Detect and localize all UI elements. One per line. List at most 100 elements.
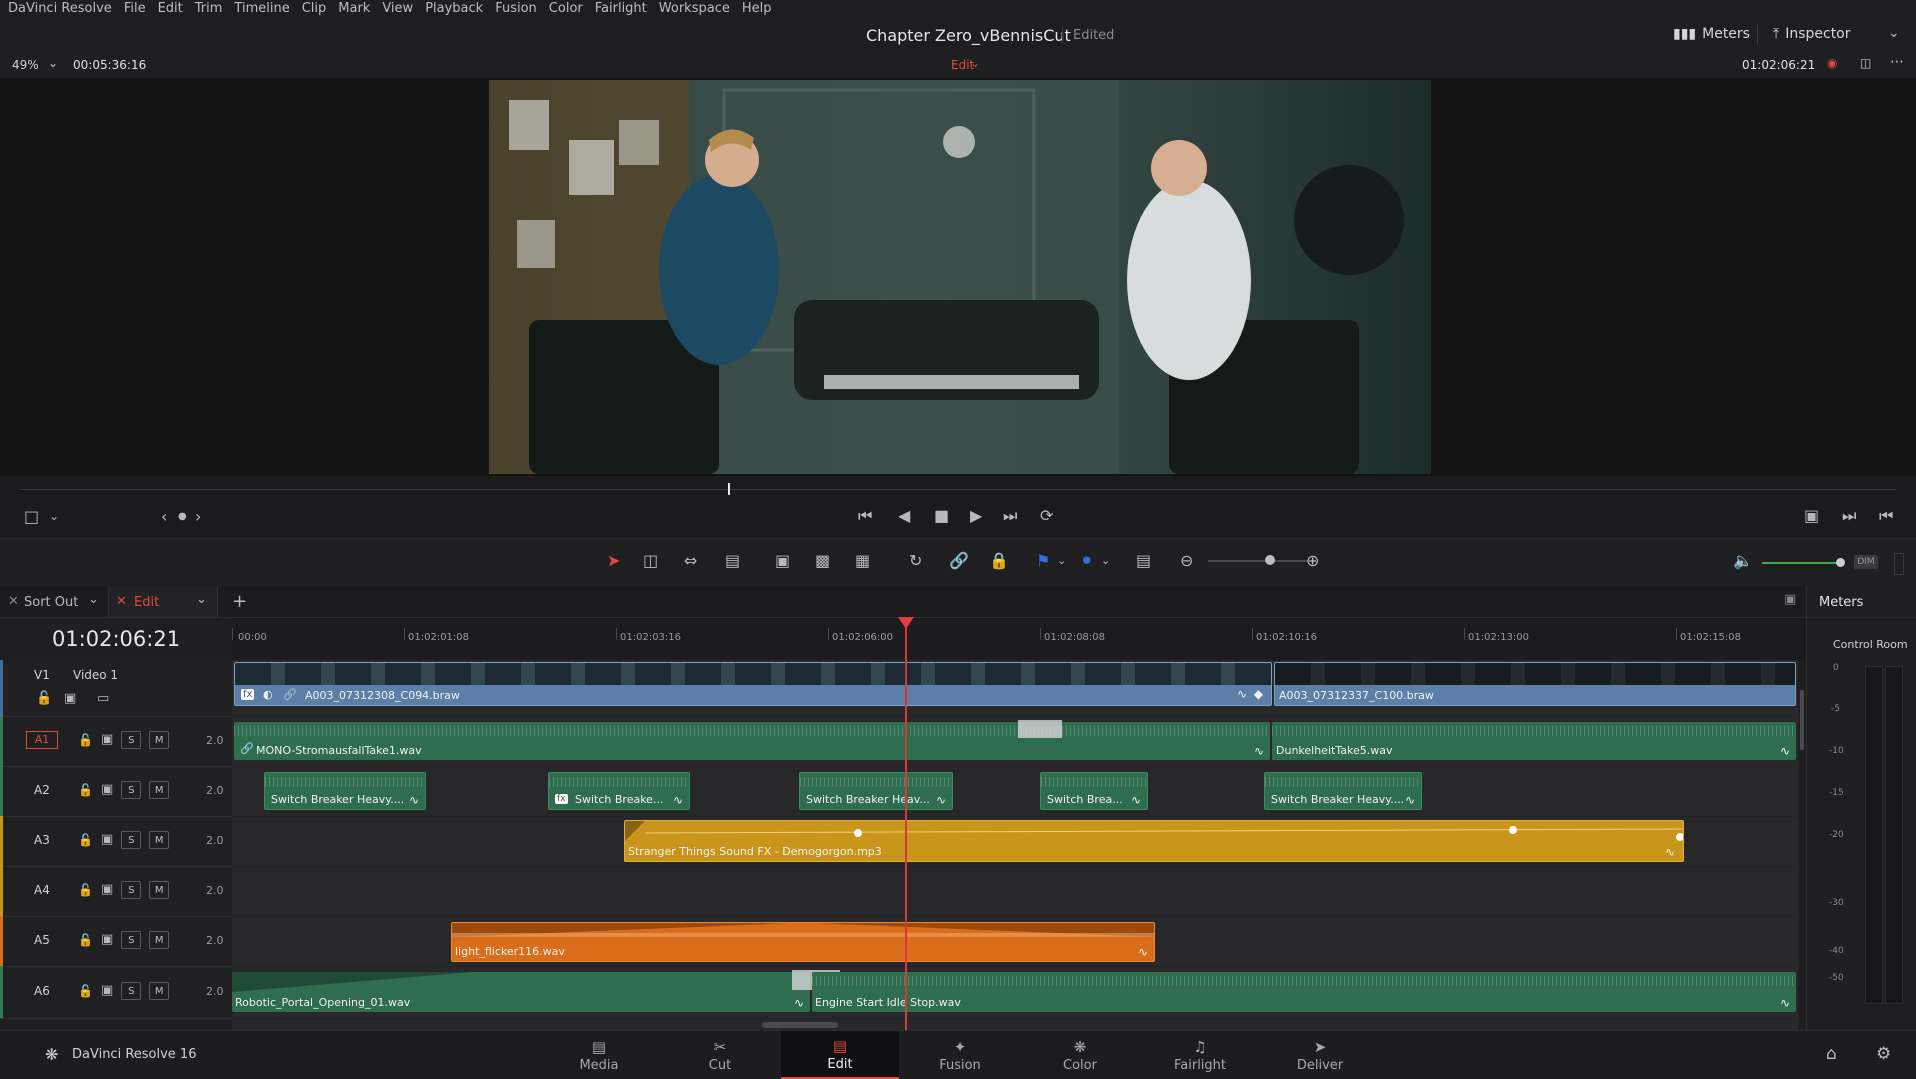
video-clip[interactable]: fx ◐ 🔗 A003_07312308_C094.braw ∿ ◆: [234, 662, 1272, 706]
match-frame-icon[interactable]: ▣: [1804, 508, 1819, 524]
volume-curve-icon[interactable]: ∿: [1131, 793, 1141, 807]
volume-curve-icon[interactable]: ∿: [1138, 945, 1148, 959]
linked-selection-icon[interactable]: 🔗: [949, 553, 969, 569]
lock-icon[interactable]: 🔓: [78, 983, 93, 999]
timeline-horizontal-scrollbar[interactable]: [762, 1022, 838, 1028]
track-visibility-icon[interactable]: ▭: [97, 691, 109, 707]
menu-edit[interactable]: Edit: [158, 1, 183, 16]
lock-icon[interactable]: 🔓: [78, 782, 93, 798]
zoom-out-icon[interactable]: ⊖: [1180, 553, 1193, 569]
timeline-vertical-scrollbar[interactable]: [1800, 690, 1804, 750]
menu-playback[interactable]: Playback: [425, 1, 483, 16]
lock-icon[interactable]: 🔓: [36, 691, 52, 707]
track-header-a6[interactable]: A6 🔓 ▣ S M 2.0: [0, 966, 232, 1019]
audio-clip[interactable]: 🔗 MONO-StromausfallTake1.wav ∿: [234, 722, 1270, 760]
stop-icon[interactable]: ■: [934, 508, 949, 524]
audio-clip[interactable]: Switch Breaker Heavy.... ∿: [1264, 772, 1422, 810]
menu-file[interactable]: File: [124, 1, 146, 16]
audio-clip[interactable]: Engine Start Idle Stop.wav ∿: [812, 972, 1796, 1012]
solo-button[interactable]: S: [121, 781, 142, 799]
volume-curve-icon[interactable]: ∿: [1405, 793, 1415, 807]
viewer-crop-icon[interactable]: □: [24, 509, 39, 525]
scrubber-handle[interactable]: [728, 483, 730, 495]
trim-tool-icon[interactable]: ◫: [643, 553, 658, 569]
flag-icon[interactable]: ⚑: [1036, 553, 1050, 569]
track-header-a4[interactable]: A4 🔓 ▣ S M 2.0: [0, 866, 232, 917]
crop-dropdown-icon[interactable]: ⌄: [49, 508, 59, 524]
track-header-a1[interactable]: A1 🔓 ▣ S M 2.0: [0, 716, 232, 767]
flag-dropdown-icon[interactable]: ⌄: [1057, 553, 1066, 569]
tab-edit[interactable]: Edit: [134, 595, 159, 610]
next-frame-icon[interactable]: ⏭: [1842, 508, 1856, 524]
playhead-handle[interactable]: [898, 617, 914, 629]
solo-button[interactable]: S: [121, 982, 142, 1000]
transition-marker[interactable]: [1018, 720, 1062, 738]
menu-app[interactable]: DaVinci Resolve: [8, 1, 112, 16]
lock-icon[interactable]: 🔓: [78, 732, 93, 748]
volume-curve-icon[interactable]: ∿: [1254, 744, 1264, 758]
volume-curve-icon[interactable]: ∿: [1665, 845, 1675, 859]
audio-clip[interactable]: fx Switch Breake... ∿: [548, 772, 690, 810]
volume-handle[interactable]: [1836, 558, 1845, 567]
audio-clip[interactable]: Switch Breaker Heavy.... ∿: [264, 772, 426, 810]
playhead[interactable]: [905, 618, 907, 1030]
previous-clip-icon[interactable]: ‹: [161, 509, 167, 525]
timeline-layout-icon[interactable]: ▣: [1784, 592, 1796, 607]
solo-button[interactable]: S: [121, 731, 142, 749]
marker-icon[interactable]: ⚫: [1080, 553, 1093, 569]
go-to-end-icon[interactable]: ⏭: [1003, 508, 1017, 524]
blade-tool-icon[interactable]: ▤: [725, 553, 740, 569]
auto-select-icon[interactable]: ▣: [64, 691, 76, 707]
mute-button[interactable]: M: [149, 982, 170, 1000]
audio-clip[interactable]: DunkelheitTake5.wav ∿: [1272, 722, 1796, 760]
overwrite-clip-icon[interactable]: ▩: [815, 553, 830, 569]
auto-select-icon[interactable]: ▣: [101, 732, 113, 748]
track-header-a2[interactable]: A2 🔓 ▣ S M 2.0: [0, 766, 232, 817]
loop-icon[interactable]: ⟳: [1040, 508, 1053, 524]
solo-button[interactable]: S: [121, 931, 142, 949]
meters-button[interactable]: ▮▮▮ Meters: [1673, 26, 1750, 42]
viewer-mode-chevron-icon[interactable]: ⌄: [970, 56, 980, 70]
page-cut[interactable]: ✂ Cut: [661, 1031, 779, 1079]
mute-button[interactable]: M: [149, 831, 170, 849]
dynamic-trim-icon[interactable]: ⇔: [684, 553, 697, 569]
previous-frame-icon[interactable]: ⏮: [1879, 508, 1893, 524]
go-to-start-icon[interactable]: ⏮: [858, 508, 872, 524]
edit-tab-dropdown-icon[interactable]: ⌄: [196, 592, 207, 607]
track-header-a3[interactable]: A3 🔓 ▣ S M 2.0: [0, 816, 232, 867]
more-options-icon[interactable]: ⋯: [1890, 54, 1904, 70]
auto-select-icon[interactable]: ▣: [101, 983, 113, 999]
track-id[interactable]: A1: [26, 731, 58, 749]
mute-button[interactable]: M: [149, 931, 170, 949]
menu-clip[interactable]: Clip: [302, 1, 327, 16]
auto-select-icon[interactable]: ▣: [101, 932, 113, 948]
menu-mark[interactable]: Mark: [338, 1, 370, 16]
menu-workspace[interactable]: Workspace: [659, 1, 730, 16]
timeline-view-options-icon[interactable]: ▤: [1136, 553, 1151, 569]
settings-gear-icon[interactable]: ⚙: [1876, 1044, 1891, 1064]
viewer-scrubber[interactable]: [20, 489, 1896, 490]
mute-button[interactable]: M: [149, 781, 170, 799]
lock-icon[interactable]: 🔓: [78, 882, 93, 898]
menu-timeline[interactable]: Timeline: [234, 1, 289, 16]
audio-clip[interactable]: Stranger Things Sound FX - Demogorgon.mp…: [624, 820, 1684, 862]
color-wheel-icon[interactable]: ◉: [1827, 56, 1837, 70]
page-fairlight[interactable]: ♫ Fairlight: [1141, 1031, 1259, 1079]
tab-dropdown-icon[interactable]: ⌄: [88, 592, 99, 607]
snapping-icon[interactable]: ↻: [909, 553, 922, 569]
solo-button[interactable]: S: [121, 831, 142, 849]
volume-curve-icon[interactable]: ∿: [936, 793, 946, 807]
page-fusion[interactable]: ✦ Fusion: [901, 1031, 1019, 1079]
auto-select-icon[interactable]: ▣: [101, 832, 113, 848]
mute-button[interactable]: M: [149, 731, 170, 749]
lock-icon[interactable]: 🔓: [78, 932, 93, 948]
next-clip-icon[interactable]: ›: [195, 509, 201, 525]
insert-clip-icon[interactable]: ▣: [775, 553, 790, 569]
auto-select-icon[interactable]: ▣: [101, 882, 113, 898]
close-tab-icon[interactable]: ✕: [8, 594, 19, 609]
zoom-dropdown-icon[interactable]: ⌄: [48, 56, 58, 70]
menu-fusion[interactable]: Fusion: [495, 1, 537, 16]
timeline-zoom-slider[interactable]: [1208, 560, 1308, 562]
close-edit-tab-icon[interactable]: ✕: [116, 594, 127, 609]
audio-clip[interactable]: Robotic_Portal_Opening_01.wav ∿: [232, 972, 810, 1012]
